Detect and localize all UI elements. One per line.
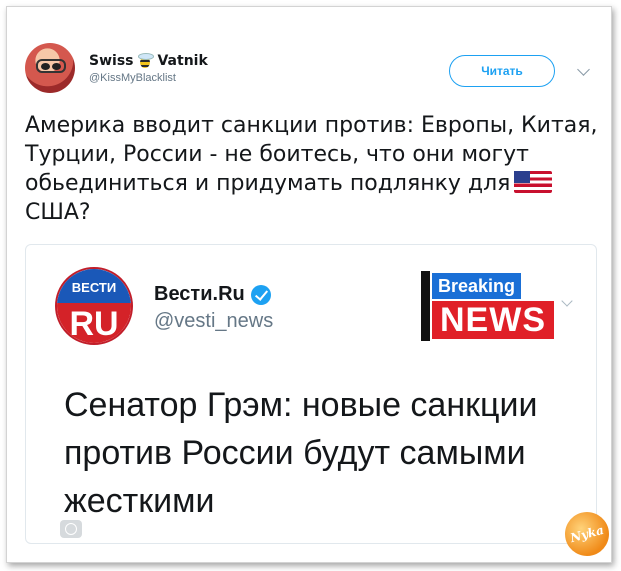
avatar[interactable] [25, 43, 75, 93]
vesti-logo[interactable]: ВЕСТИ RU [55, 267, 133, 345]
author-info: Swiss Vatnik @KissMyBlacklist [89, 53, 208, 84]
quote-author-handle[interactable]: @vesti_news [154, 310, 273, 333]
author-name-first: Swiss [89, 53, 134, 69]
tweet-text-end: США? [25, 200, 91, 225]
verified-icon [250, 284, 271, 305]
news-label: NEWS [432, 301, 554, 339]
breaking-news-bar [421, 271, 430, 341]
quote-author-info: Вести.Ru @vesti_news [154, 283, 273, 333]
tweet-header: Swiss Vatnik @KissMyBlacklist Читать [23, 43, 595, 99]
emoji-icon[interactable] [60, 520, 82, 538]
breaking-label: Breaking [432, 273, 522, 299]
vesti-logo-bottom: RU [57, 303, 131, 343]
author-name-second: Vatnik [157, 53, 208, 69]
quote-caret-icon[interactable] [561, 295, 573, 307]
quote-text: Сенатор Грэм: новые санкции против Росси… [64, 386, 538, 520]
follow-button[interactable]: Читать [449, 55, 555, 87]
us-flag-icon [514, 171, 553, 193]
quote-author-name-row[interactable]: Вести.Ru [154, 283, 273, 306]
caret-icon[interactable] [577, 63, 590, 76]
screenshot-frame: Swiss Vatnik @KissMyBlacklist Читать Аме… [6, 6, 612, 563]
breaking-news-badge: Breaking NEWS [421, 271, 557, 341]
quoted-tweet-card[interactable]: ВЕСТИ RU Вести.Ru @vesti_news Breaking N… [25, 244, 597, 544]
vesti-logo-top: ВЕСТИ [57, 269, 131, 303]
tweet-text: Америка вводит санкции против: Европы, К… [25, 111, 599, 227]
quote-author-name: Вести.Ru [154, 283, 245, 305]
author-display-name[interactable]: Swiss Vatnik [89, 53, 208, 69]
avatar-eye-right [52, 63, 61, 70]
tweet-text-main: Америка вводит санкции против: Европы, К… [25, 113, 598, 196]
bee-icon [138, 53, 155, 69]
author-handle[interactable]: @KissMyBlacklist [89, 72, 208, 84]
avatar-eye-left [41, 63, 50, 70]
